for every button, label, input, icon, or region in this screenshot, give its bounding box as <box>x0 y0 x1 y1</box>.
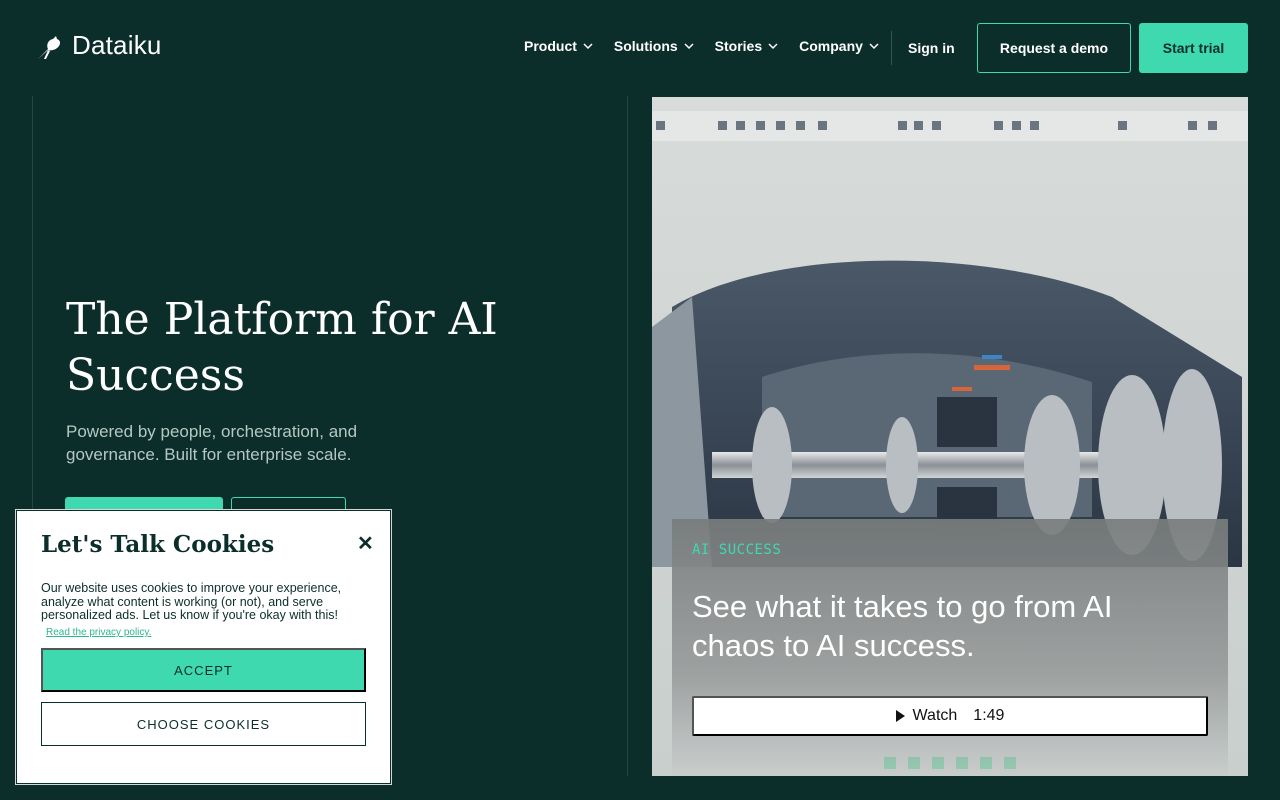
nav-item-label: Stories <box>714 38 763 54</box>
hero-title: The Platform for AI Success <box>66 294 498 401</box>
nav-item-label: Company <box>799 38 863 54</box>
start-trial-button[interactable]: Start trial <box>1139 23 1248 73</box>
nav-item-label: Product <box>524 38 577 54</box>
watch-label: Watch <box>912 707 958 724</box>
video-title: See what it takes to go from AI chaos to… <box>692 589 1113 663</box>
choose-cookies-button[interactable]: CHOOSE COOKIES <box>41 702 366 746</box>
privacy-policy-link[interactable]: Read the privacy policy. <box>46 627 151 638</box>
chevron-down-icon <box>684 43 694 50</box>
request-demo-button[interactable]: Request a demo <box>977 23 1131 73</box>
guide-line-center <box>627 96 628 776</box>
dataiku-logo[interactable]: Dataiku <box>36 30 162 61</box>
nav-item-company[interactable]: Company <box>799 38 879 54</box>
top-nav: Dataiku Product Solutions Stories Compan… <box>0 0 1280 96</box>
video-card: AI SUCCESS See what it takes to go from … <box>672 519 1228 776</box>
video-tag: AI SUCCESS <box>692 542 782 558</box>
nav-divider <box>891 31 892 65</box>
cookie-consent-dialog: Let's Talk Cookies ✕ Our website uses co… <box>16 510 391 784</box>
cookie-title: Let's Talk Cookies <box>41 531 275 558</box>
play-icon <box>895 710 905 722</box>
chevron-down-icon <box>869 43 879 50</box>
chevron-down-icon <box>583 43 593 50</box>
sign-in-link[interactable]: Sign in <box>908 40 955 56</box>
nav-item-label: Solutions <box>613 38 678 54</box>
main-menu: Product Solutions Stories Company <box>524 38 900 54</box>
logo-text: Dataiku <box>72 30 162 60</box>
close-icon[interactable]: ✕ <box>357 531 374 556</box>
chevron-down-icon <box>768 43 778 50</box>
hero-media-panel: AI SUCCESS See what it takes to go from … <box>652 97 1248 776</box>
watch-video-button[interactable]: Watch 1:49 <box>692 696 1208 736</box>
nav-item-product[interactable]: Product <box>524 38 593 54</box>
cookie-body-text: Our website uses cookies to improve your… <box>41 581 342 622</box>
bird-logo-icon <box>38 35 61 59</box>
hero-subtitle: Powered by people, orchestration, and go… <box>66 422 358 464</box>
nav-item-stories[interactable]: Stories <box>715 38 778 54</box>
accept-cookies-button[interactable]: ACCEPT <box>41 648 366 692</box>
nav-item-solutions[interactable]: Solutions <box>614 38 694 54</box>
video-duration: 1:49 <box>973 707 1005 724</box>
